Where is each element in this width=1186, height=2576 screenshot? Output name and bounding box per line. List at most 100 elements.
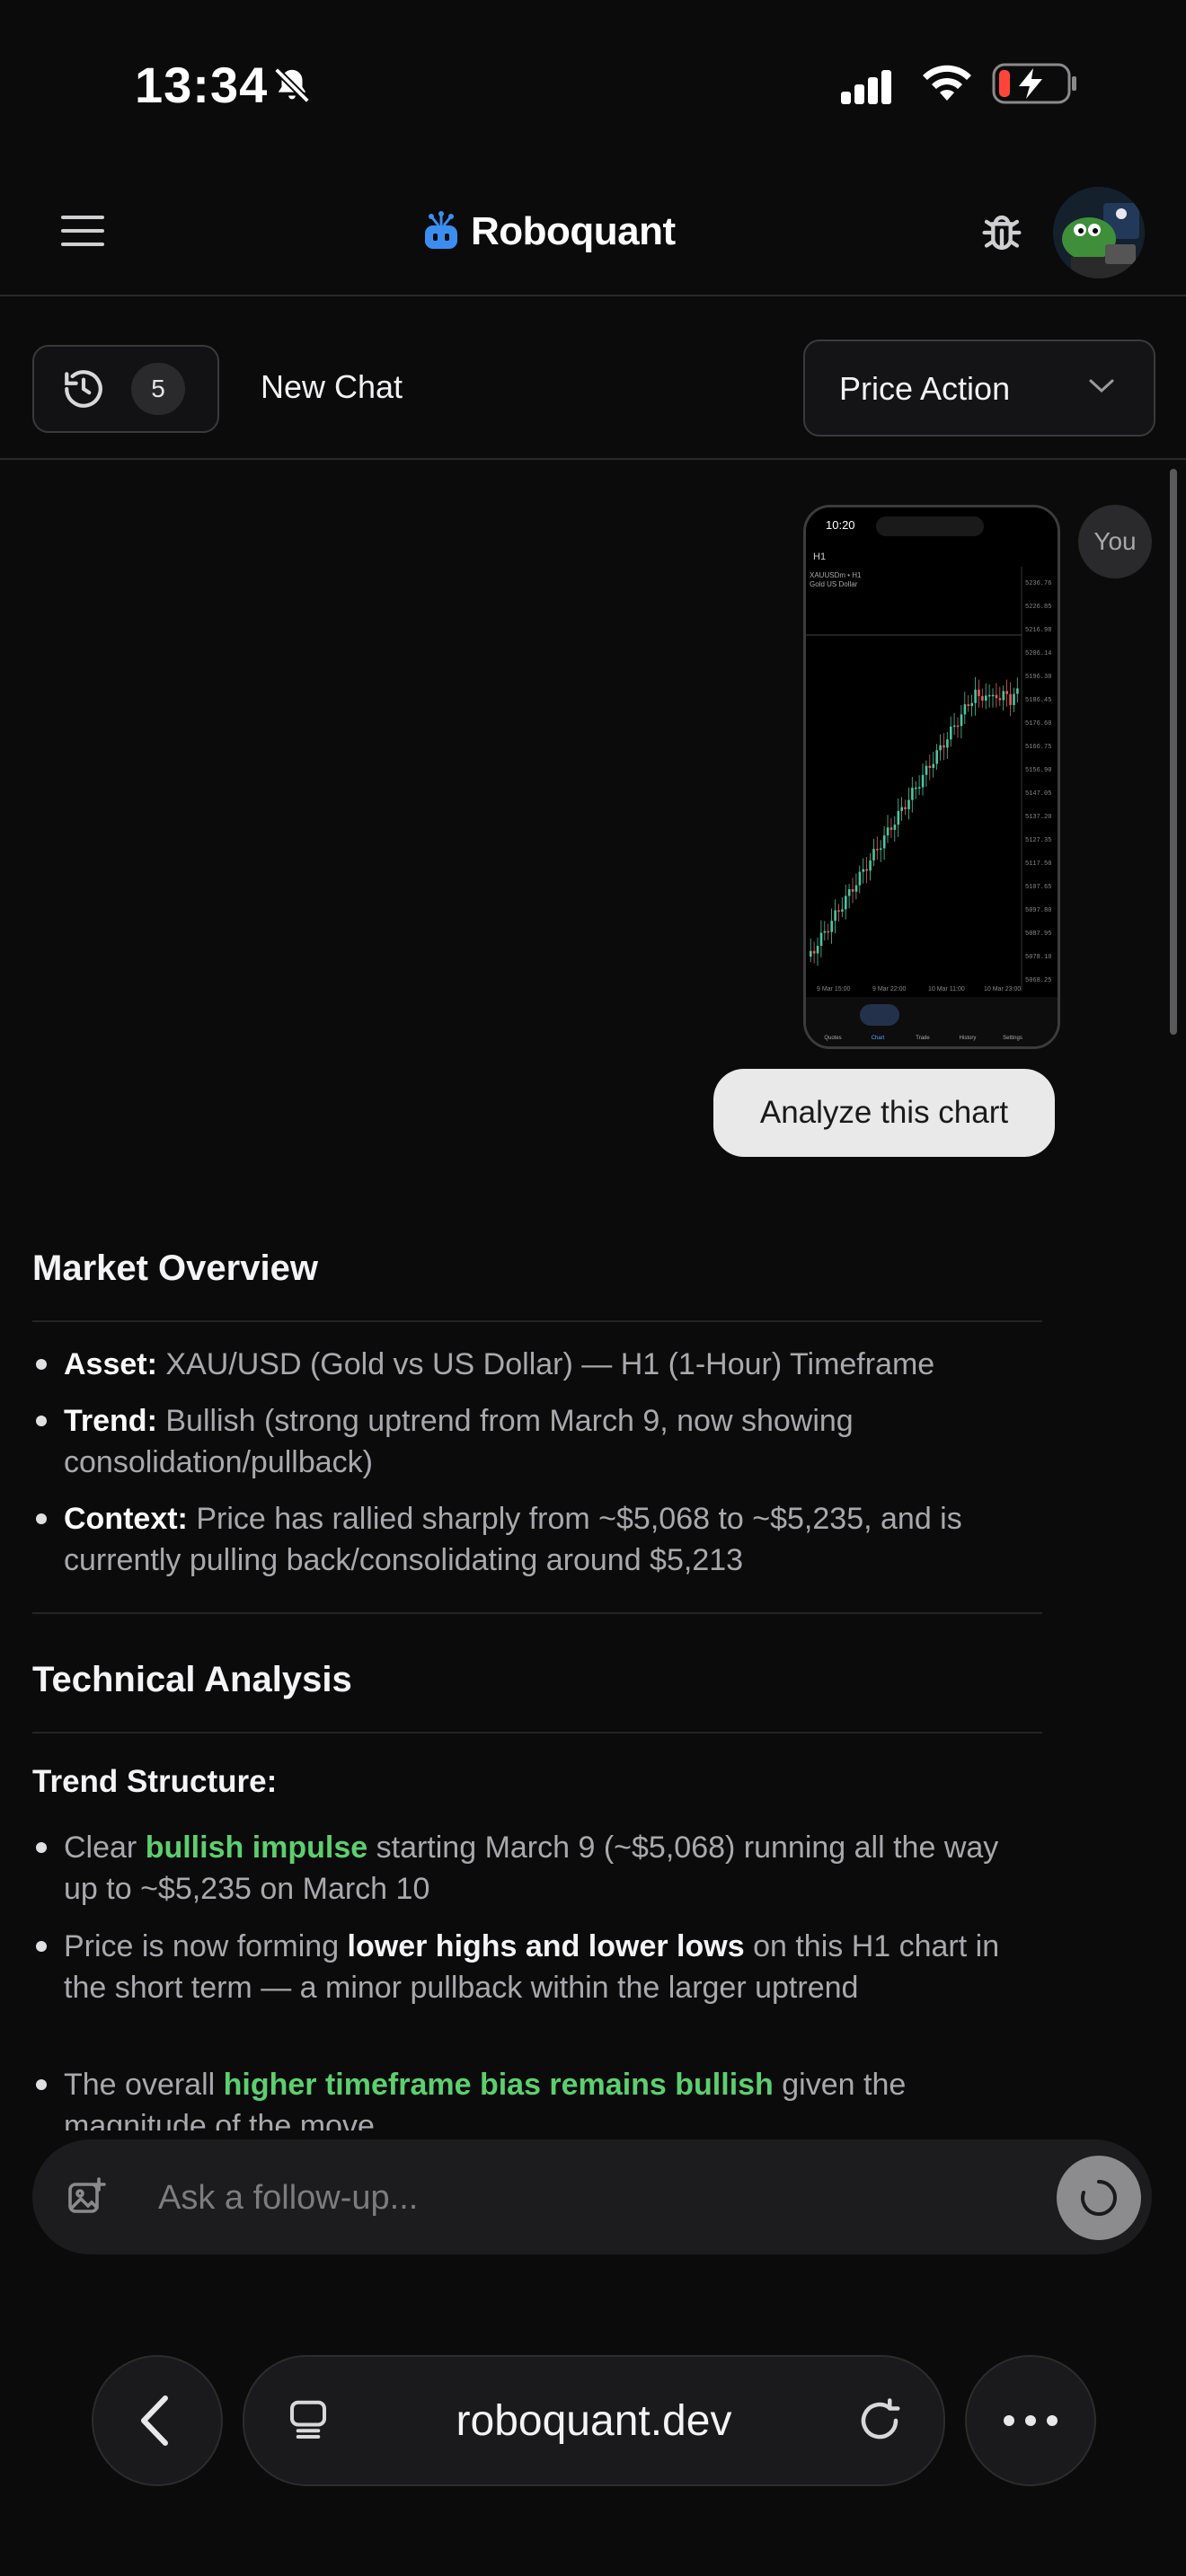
thumb-candle-body xyxy=(921,774,925,788)
user-avatar[interactable] xyxy=(1053,187,1145,278)
thumb-candle-body xyxy=(963,704,967,715)
thumb-timeframe: H1 xyxy=(813,551,826,562)
thumb-candle-body xyxy=(882,835,886,849)
thumb-price-label: 5166.75 xyxy=(1025,744,1051,751)
thumb-candle-body xyxy=(1005,691,1008,694)
thumb-nav-item: Quotes xyxy=(824,1036,841,1041)
ellipsis-icon xyxy=(1004,2415,1058,2426)
thumb-candle-body xyxy=(952,725,956,728)
more-options-button[interactable] xyxy=(965,2355,1096,2486)
thumb-price-label: 5127.35 xyxy=(1025,837,1051,844)
thumb-candle-body xyxy=(837,910,840,912)
thumb-date-label: 9 Mar 15:00 xyxy=(817,986,850,992)
thumb-candle-body xyxy=(967,704,970,706)
thumb-candle-body xyxy=(974,689,977,703)
brand-name: Roboquant xyxy=(471,209,676,253)
follow-up-input[interactable] xyxy=(156,2170,969,2226)
thumb-candle-body xyxy=(978,689,980,697)
send-button[interactable] xyxy=(1057,2156,1141,2240)
chevron-down-icon xyxy=(1089,379,1114,393)
section-divider xyxy=(32,1320,1042,1322)
thumb-candle-body xyxy=(897,810,900,825)
thumb-date-label: 10 Mar 11:00 xyxy=(928,986,965,992)
thumb-candle-body xyxy=(816,946,819,954)
thumb-candle-body xyxy=(904,807,907,809)
chart-screenshot-attachment[interactable]: 10:20 H1 XAUUSDm • H1 Gold US Dollar 523… xyxy=(803,505,1060,1049)
attach-image-icon[interactable] xyxy=(65,2175,108,2219)
thumb-price-label: 5107.65 xyxy=(1025,884,1051,891)
cellular-signal-icon xyxy=(841,70,891,104)
thumb-candle-body xyxy=(834,910,836,922)
thumb-candle-body xyxy=(987,694,991,697)
thumb-candle-body xyxy=(985,695,987,701)
list-item: Trend: Bullish (strong uptrend from Marc… xyxy=(32,1400,1039,1483)
chat-history-button[interactable]: 5 xyxy=(32,345,219,433)
battery-charging-icon xyxy=(992,63,1076,104)
thumb-candle-body xyxy=(869,860,872,871)
thumb-price-label: 5206.14 xyxy=(1025,650,1051,657)
reload-icon[interactable] xyxy=(855,2396,904,2445)
thumb-candle-body xyxy=(886,827,890,836)
thumb-candle-body xyxy=(1009,693,1012,705)
browser-back-button[interactable] xyxy=(92,2355,223,2486)
thumb-candle-body xyxy=(915,787,917,790)
thumb-candle-body xyxy=(827,931,830,933)
section-divider xyxy=(32,1732,1042,1734)
thumb-candle-body xyxy=(854,885,858,892)
chat-thread: You 10:20 H1 XAUUSDm • H1 Gold US Dollar… xyxy=(0,460,1168,2130)
thumb-date-label: 10 Mar 23:00 xyxy=(984,986,1021,992)
thumb-candle-body xyxy=(925,765,928,775)
list-item: Price is now forming lower highs and low… xyxy=(32,1926,1039,2008)
trend-structure-heading: Trend Structure: xyxy=(32,1764,278,1799)
thumb-price-label: 5147.05 xyxy=(1025,790,1051,798)
thumb-description: Gold US Dollar xyxy=(810,580,858,588)
thumb-candle-body xyxy=(851,888,854,892)
loading-spinner-icon xyxy=(1080,2180,1117,2216)
thumb-candle-body xyxy=(830,921,833,932)
status-bar: 13:34 xyxy=(0,0,1186,171)
technical-analysis-heading: Technical Analysis xyxy=(32,1660,352,1699)
thumb-price-label: 5097.80 xyxy=(1025,907,1051,914)
analysis-mode-value: Price Action xyxy=(839,370,1011,407)
thumb-candle-body xyxy=(893,825,897,830)
user-message-bubble: Analyze this chart xyxy=(713,1069,1055,1157)
thumb-candle-body xyxy=(946,739,949,748)
thumb-price-label: 5087.95 xyxy=(1025,931,1051,938)
list-item: The overall higher timeframe bias remain… xyxy=(32,2064,1039,2130)
new-chat-button[interactable]: New Chat xyxy=(261,368,403,406)
thumb-candle-body xyxy=(900,807,903,811)
thumb-candle-body xyxy=(823,931,827,933)
thumb-price-label: 5216.98 xyxy=(1025,627,1051,634)
avatar-image xyxy=(1053,187,1145,278)
section-divider xyxy=(32,1612,1042,1614)
chart-thumbnail-image: 10:20 H1 XAUUSDm • H1 Gold US Dollar 523… xyxy=(806,507,1058,1046)
thumb-candle-body xyxy=(812,950,816,954)
chat-scrollbar[interactable] xyxy=(1170,469,1177,1035)
thumb-candle-body xyxy=(981,696,984,701)
bug-report-icon[interactable] xyxy=(976,207,1028,259)
wifi-icon xyxy=(923,65,971,101)
thumb-nav-item: Chart xyxy=(872,1036,885,1041)
thumb-candle-body xyxy=(810,950,812,957)
brand-logo[interactable]: Roboquant xyxy=(420,203,676,260)
thumb-candle-body xyxy=(858,871,862,886)
analysis-mode-dropdown[interactable]: Price Action xyxy=(803,340,1155,437)
thumb-candle-body xyxy=(970,702,973,706)
list-item: Context: Price has rallied sharply from … xyxy=(32,1498,1039,1581)
thumb-candle-body xyxy=(950,726,952,740)
thumb-nav-item: Trade xyxy=(916,1036,930,1041)
thumb-candle-body xyxy=(939,745,942,751)
thumb-price-label: 5117.50 xyxy=(1025,860,1051,868)
thumb-candle-body xyxy=(1002,691,1005,701)
thumb-candle-body xyxy=(880,848,882,850)
thumb-candle-body xyxy=(907,799,910,809)
hamburger-menu-icon[interactable] xyxy=(61,216,104,248)
address-bar[interactable]: roboquant.dev xyxy=(243,2355,945,2486)
thumb-nav-item: Settings xyxy=(1003,1036,1022,1041)
thumb-price-label: 5186.45 xyxy=(1025,697,1051,704)
thumb-date-label: 9 Mar 22:00 xyxy=(872,986,906,992)
thumb-candle-body xyxy=(872,849,875,860)
thumb-candle-body xyxy=(943,745,945,748)
thumb-candle-body xyxy=(876,849,879,851)
list-item: Asset: XAU/USD (Gold vs US Dollar) — H1 … xyxy=(32,1344,1039,1385)
